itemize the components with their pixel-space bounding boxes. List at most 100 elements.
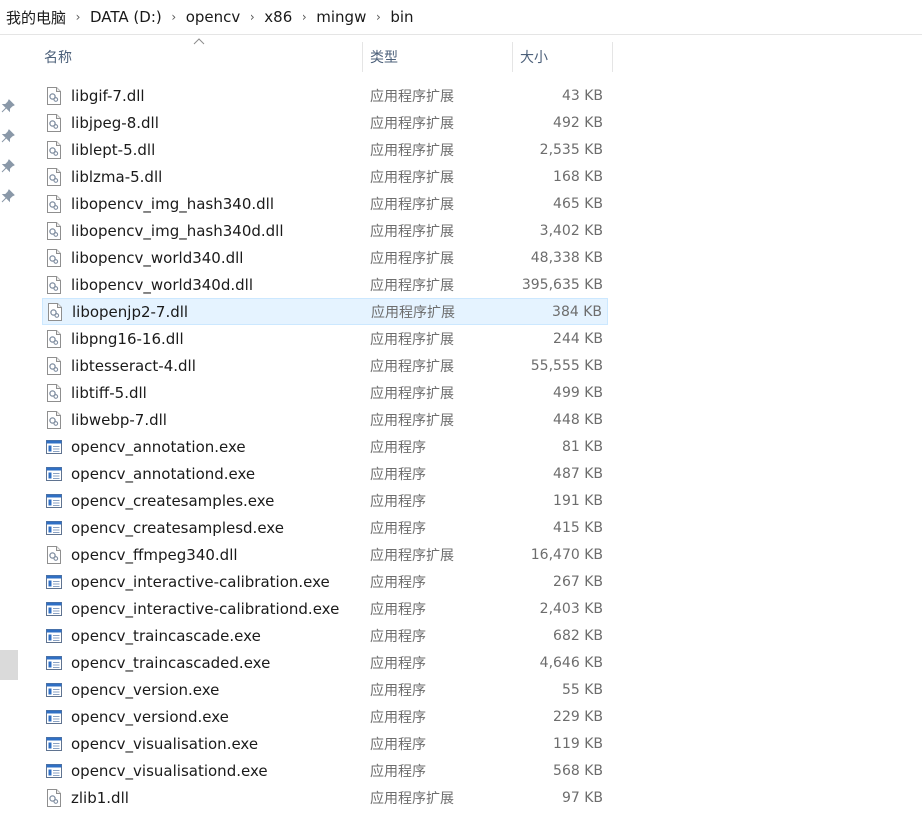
exe-file-icon [46,438,62,456]
column-header-type[interactable]: 类型 [370,42,512,72]
file-size: 415 KB [553,519,603,536]
file-size: 2,403 KB [539,600,603,617]
file-type: 应用程序扩展 [370,250,454,267]
dll-file-icon [46,410,62,429]
navigation-pane [0,35,20,815]
file-row[interactable]: liblept-5.dll 应用程序扩展 2,535 KB [42,136,608,163]
file-name: opencv_annotation.exe [71,437,246,456]
column-divider[interactable] [612,42,613,72]
file-size: 492 KB [553,114,603,131]
file-type: 应用程序扩展 [370,169,454,186]
pin-icon[interactable] [1,159,15,173]
file-name: libtiff-5.dll [71,383,147,402]
pin-icon[interactable] [1,99,15,113]
file-row[interactable]: libopencv_world340.dll 应用程序扩展 48,338 KB [42,244,608,271]
file-row[interactable]: libtesseract-4.dll 应用程序扩展 55,555 KB [42,352,608,379]
breadcrumb-item-my-computer[interactable]: 我的电脑 [6,7,66,28]
dll-file-icon [46,248,62,267]
file-type: 应用程序扩展 [370,196,454,213]
file-row[interactable]: opencv_createsamples.exe 应用程序 191 KB [42,487,608,514]
file-name: libpng16-16.dll [71,329,184,348]
column-divider[interactable] [512,42,513,72]
file-size: 191 KB [553,492,603,509]
file-row[interactable]: libjpeg-8.dll 应用程序扩展 492 KB [42,109,608,136]
file-type: 应用程序扩展 [370,385,454,402]
exe-file-icon [46,627,62,645]
file-row[interactable]: opencv_visualisation.exe 应用程序 119 KB [42,730,608,757]
file-row[interactable]: liblzma-5.dll 应用程序扩展 168 KB [42,163,608,190]
column-header-name-label: 名称 [44,50,72,66]
dll-file-icon [46,275,62,294]
exe-file-icon [46,492,62,510]
file-size: 97 KB [561,789,603,806]
column-divider[interactable] [362,42,363,72]
file-name: opencv_interactive-calibrationd.exe [71,599,340,618]
file-name: libjpeg-8.dll [71,113,159,132]
file-type: 应用程序 [370,466,426,483]
chevron-right-icon[interactable]: › [162,10,186,24]
file-size: 81 KB [561,438,603,455]
file-size: 55 KB [561,681,603,698]
file-row[interactable]: libgif-7.dll 应用程序扩展 43 KB [42,82,608,109]
file-row[interactable]: zlib1.dll 应用程序扩展 97 KB [42,784,608,811]
file-row[interactable]: opencv_interactive-calibrationd.exe 应用程序 2… [42,595,608,622]
breadcrumb: 我的电脑 › DATA (D:) › opencv › x86 › mingw … [0,0,922,35]
file-row[interactable]: opencv_interactive-calibration.exe 应用程序 26… [42,568,608,595]
file-name: liblzma-5.dll [71,167,163,186]
chevron-right-icon[interactable]: › [366,10,390,24]
pin-icon[interactable] [1,129,15,143]
file-row[interactable]: opencv_annotation.exe 应用程序 81 KB [42,433,608,460]
file-row[interactable]: libwebp-7.dll 应用程序扩展 448 KB [42,406,608,433]
column-header-size[interactable]: 大小 [520,42,610,72]
file-type: 应用程序 [370,493,426,510]
column-header-type-label: 类型 [370,50,398,66]
file-size: 16,470 KB [530,546,603,563]
file-name: zlib1.dll [71,788,129,807]
file-row[interactable]: opencv_traincascaded.exe 应用程序 4,646 KB [42,649,608,676]
file-type: 应用程序扩展 [370,331,454,348]
breadcrumb-item-opencv[interactable]: opencv [186,8,241,26]
dll-file-icon [46,86,62,105]
file-row[interactable]: libopencv_img_hash340d.dll 应用程序扩展 3,402 KB [42,217,608,244]
file-row[interactable]: opencv_version.exe 应用程序 55 KB [42,676,608,703]
file-size: 568 KB [553,762,603,779]
exe-file-icon [46,681,62,699]
file-row[interactable]: libpng16-16.dll 应用程序扩展 244 KB [42,325,608,352]
chevron-right-icon[interactable]: › [292,10,316,24]
file-row[interactable]: libopencv_img_hash340.dll 应用程序扩展 465 KB [42,190,608,217]
file-type: 应用程序扩展 [370,142,454,159]
file-size: 395,635 KB [521,276,603,293]
breadcrumb-item-mingw[interactable]: mingw [316,8,366,26]
file-type: 应用程序扩展 [370,412,454,429]
pin-icon[interactable] [1,189,15,203]
exe-file-icon [46,519,62,537]
scrollbar-thumb[interactable] [0,650,18,680]
file-row[interactable]: libtiff-5.dll 应用程序扩展 499 KB [42,379,608,406]
file-name: opencv_traincascade.exe [71,626,261,645]
dll-file-icon [46,383,62,402]
file-row[interactable]: opencv_createsamplesd.exe 应用程序 415 KB [42,514,608,541]
file-name: opencv_annotationd.exe [71,464,256,483]
file-row[interactable]: opencv_annotationd.exe 应用程序 487 KB [42,460,608,487]
file-size: 2,535 KB [539,141,603,158]
breadcrumb-item-bin[interactable]: bin [390,8,413,26]
file-row[interactable]: opencv_ffmpeg340.dll 应用程序扩展 16,470 KB [42,541,608,568]
file-name: opencv_version.exe [71,680,220,699]
exe-file-icon [46,600,62,618]
column-header-name[interactable]: 名称 [44,42,362,72]
dll-file-icon [46,140,62,159]
breadcrumb-item-x86[interactable]: x86 [264,8,292,26]
file-type: 应用程序 [370,763,426,780]
file-row[interactable]: libopencv_world340d.dll 应用程序扩展 395,635 KB [42,271,608,298]
chevron-right-icon[interactable]: › [66,10,90,24]
breadcrumb-item-data-drive[interactable]: DATA (D:) [90,8,162,26]
file-row[interactable]: opencv_traincascade.exe 应用程序 682 KB [42,622,608,649]
file-row[interactable]: libopenjp2-7.dll 应用程序扩展 384 KB [42,298,608,325]
file-row[interactable]: opencv_versiond.exe 应用程序 229 KB [42,703,608,730]
file-name: libtesseract-4.dll [71,356,196,375]
file-type: 应用程序扩展 [370,88,454,105]
file-name: libopencv_world340d.dll [71,275,253,294]
file-row[interactable]: opencv_visualisationd.exe 应用程序 568 KB [42,757,608,784]
chevron-right-icon[interactable]: › [240,10,264,24]
dll-file-icon [46,329,62,348]
